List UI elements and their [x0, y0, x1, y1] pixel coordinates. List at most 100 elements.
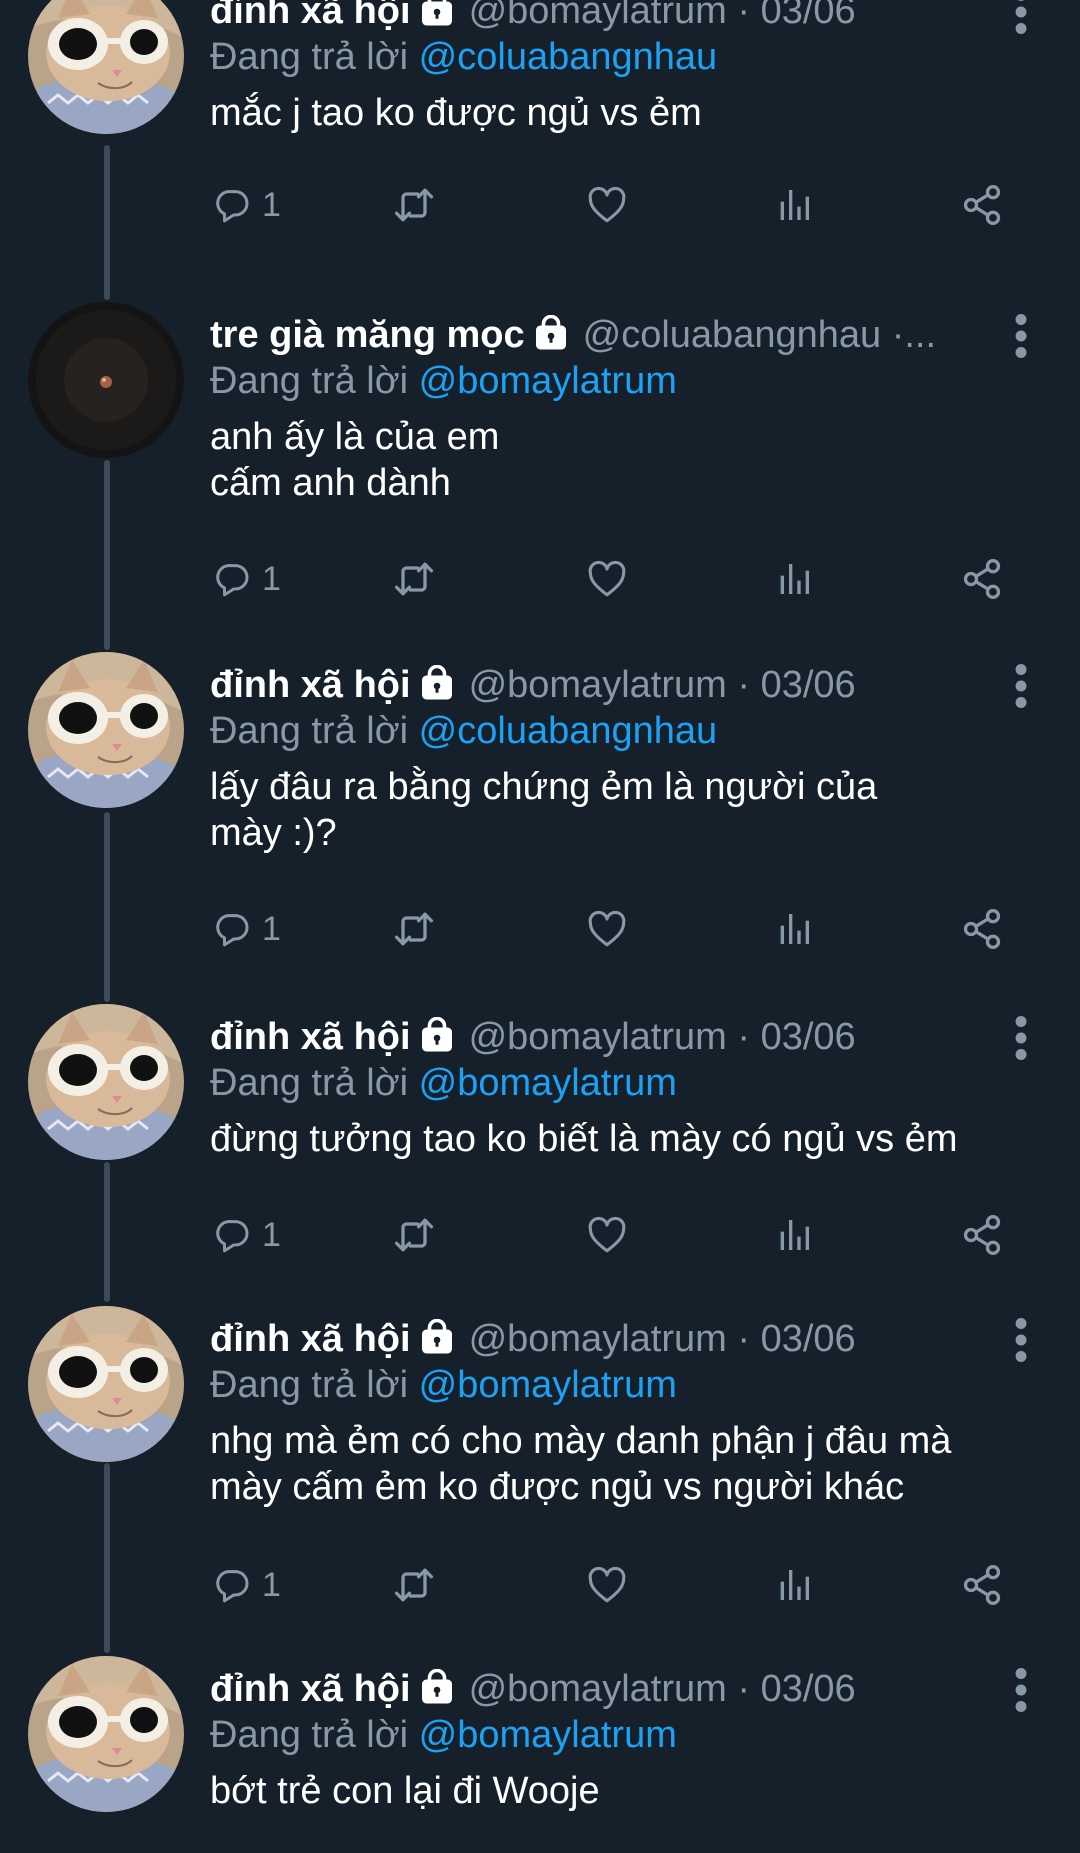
- reply-icon: [212, 185, 252, 225]
- retweet-button[interactable]: [392, 904, 436, 954]
- avatar[interactable]: [28, 1306, 184, 1462]
- display-name[interactable]: tre già măng mọc: [210, 314, 525, 356]
- avatar[interactable]: [28, 652, 184, 808]
- like-button[interactable]: [586, 1210, 628, 1260]
- more-vertical-icon[interactable]: [1014, 664, 1028, 708]
- replying-to-handle[interactable]: @bomaylatrum: [419, 1062, 677, 1104]
- separator-dot: ·: [737, 0, 750, 32]
- retweet-button[interactable]: [392, 1560, 436, 1610]
- tweet-date[interactable]: 03/06: [761, 1668, 856, 1710]
- tweet-text-line: nhg mà ẻm có cho mày danh phận j đâu mà: [210, 1420, 952, 1462]
- more-vertical-icon[interactable]: [1014, 1668, 1028, 1712]
- heart-icon: [586, 1214, 628, 1256]
- more-vertical-icon[interactable]: [1014, 0, 1028, 34]
- share-button[interactable]: [960, 904, 1004, 954]
- tweet-date[interactable]: 03/06: [761, 1318, 856, 1360]
- retweet-button[interactable]: [392, 180, 436, 230]
- reply-icon: [212, 909, 252, 949]
- share-button[interactable]: [960, 180, 1004, 230]
- separator-dot: ·: [737, 1668, 750, 1710]
- analytics-button[interactable]: [774, 554, 814, 604]
- more-vertical-icon[interactable]: [1014, 1016, 1028, 1060]
- tweet-text: anh ấy là của em cấm anh dành: [210, 414, 1050, 506]
- avatar[interactable]: [28, 1656, 184, 1812]
- tweet-actions: 1: [210, 180, 1010, 230]
- tweet-date[interactable]: 03/06: [761, 664, 856, 706]
- tweet-date[interactable]: 03/06: [761, 1016, 856, 1058]
- tweet[interactable]: tre già măng mọc @coluabangnhau ·... Đang…: [0, 302, 1080, 622]
- like-button[interactable]: [586, 554, 628, 604]
- tweet-text-line: đừng tưởng tao ko biết là mày có ngủ vs …: [210, 1118, 958, 1160]
- display-name[interactable]: đỉnh xã hội: [210, 1318, 411, 1360]
- reply-button[interactable]: 1: [212, 554, 281, 604]
- retweet-button[interactable]: [392, 1210, 436, 1260]
- user-handle[interactable]: @bomaylatrum: [469, 1318, 727, 1360]
- reply-count: 1: [262, 1565, 281, 1604]
- avatar[interactable]: [28, 1004, 184, 1160]
- display-name[interactable]: đỉnh xã hội: [210, 0, 411, 32]
- replying-to-handle[interactable]: @bomaylatrum: [419, 1364, 677, 1406]
- heart-icon: [586, 184, 628, 226]
- replying-to-handle[interactable]: @coluabangnhau: [419, 36, 718, 78]
- tweet-text: lấy đâu ra bằng chứng ẻm là người của mà…: [210, 764, 1050, 856]
- user-handle[interactable]: @bomaylatrum: [469, 0, 727, 32]
- display-name[interactable]: đỉnh xã hội: [210, 664, 411, 706]
- tweet-header: tre già măng mọc @coluabangnhau ·...: [210, 312, 1010, 358]
- tweet-date[interactable]: 03/06: [761, 0, 856, 32]
- lock-icon: [419, 1017, 455, 1053]
- replying-to: Đang trả lời @coluabangnhau: [210, 34, 717, 80]
- tweet-actions: 1: [210, 554, 1010, 604]
- display-name[interactable]: đỉnh xã hội: [210, 1016, 411, 1058]
- share-button[interactable]: [960, 1560, 1004, 1610]
- reply-count: 1: [262, 185, 281, 224]
- tweet[interactable]: đỉnh xã hội @bomaylatrum · 03/06 Đang trả…: [0, 1004, 1080, 1274]
- tweet[interactable]: đỉnh xã hội @bomaylatrum · 03/06 Đang trả…: [0, 1656, 1080, 1853]
- like-button[interactable]: [586, 180, 628, 230]
- share-icon: [960, 1563, 1004, 1607]
- heart-icon: [586, 908, 628, 950]
- analytics-button[interactable]: [774, 1560, 814, 1610]
- analytics-button[interactable]: [774, 1210, 814, 1260]
- tweet-header: đỉnh xã hội @bomaylatrum · 03/06: [210, 1014, 1010, 1060]
- replying-to-handle[interactable]: @bomaylatrum: [419, 1714, 677, 1756]
- separator-dot: ·: [737, 664, 750, 706]
- user-handle[interactable]: @bomaylatrum: [469, 664, 727, 706]
- reply-button[interactable]: 1: [212, 1560, 281, 1610]
- share-button[interactable]: [960, 1210, 1004, 1260]
- analytics-button[interactable]: [774, 904, 814, 954]
- tweet-text-line: anh ấy là của em: [210, 416, 500, 458]
- reply-icon: [212, 559, 252, 599]
- tweet[interactable]: đỉnh xã hội @bomaylatrum · 03/06 Đang trả…: [0, 1306, 1080, 1626]
- tweet-text: đừng tưởng tao ko biết là mày có ngủ vs …: [210, 1116, 1050, 1162]
- like-button[interactable]: [586, 904, 628, 954]
- more-vertical-icon[interactable]: [1014, 314, 1028, 358]
- reply-icon: [212, 1215, 252, 1255]
- analytics-button[interactable]: [774, 180, 814, 230]
- replying-to-handle[interactable]: @coluabangnhau: [419, 710, 718, 752]
- analytics-icon: [774, 909, 814, 949]
- more-vertical-icon[interactable]: [1014, 1318, 1028, 1362]
- lock-icon: [533, 315, 569, 351]
- tweet[interactable]: đỉnh xã hội @bomaylatrum · 03/06 Đang trả…: [0, 652, 1080, 972]
- user-handle[interactable]: @bomaylatrum: [469, 1668, 727, 1710]
- avatar[interactable]: [28, 302, 184, 458]
- user-handle[interactable]: @bomaylatrum: [469, 1016, 727, 1058]
- tweet-text-line: bớt trẻ con lại đi Wooje: [210, 1770, 600, 1812]
- reply-button[interactable]: 1: [212, 180, 281, 230]
- heart-icon: [586, 1564, 628, 1606]
- heart-icon: [586, 558, 628, 600]
- share-icon: [960, 907, 1004, 951]
- replying-to-handle[interactable]: @bomaylatrum: [419, 360, 677, 402]
- tweet[interactable]: đỉnh xã hội @bomaylatrum · 03/06 Đang trả…: [0, 0, 1080, 278]
- separator-dot: ·...: [891, 314, 937, 356]
- avatar[interactable]: [28, 0, 184, 134]
- replying-to: Đang trả lời @bomaylatrum: [210, 1362, 677, 1408]
- like-button[interactable]: [586, 1560, 628, 1610]
- share-button[interactable]: [960, 554, 1004, 604]
- display-name[interactable]: đỉnh xã hội: [210, 1668, 411, 1710]
- user-handle[interactable]: @coluabangnhau: [583, 314, 882, 356]
- retweet-button[interactable]: [392, 554, 436, 604]
- reply-button[interactable]: 1: [212, 1210, 281, 1260]
- reply-button[interactable]: 1: [212, 904, 281, 954]
- share-icon: [960, 183, 1004, 227]
